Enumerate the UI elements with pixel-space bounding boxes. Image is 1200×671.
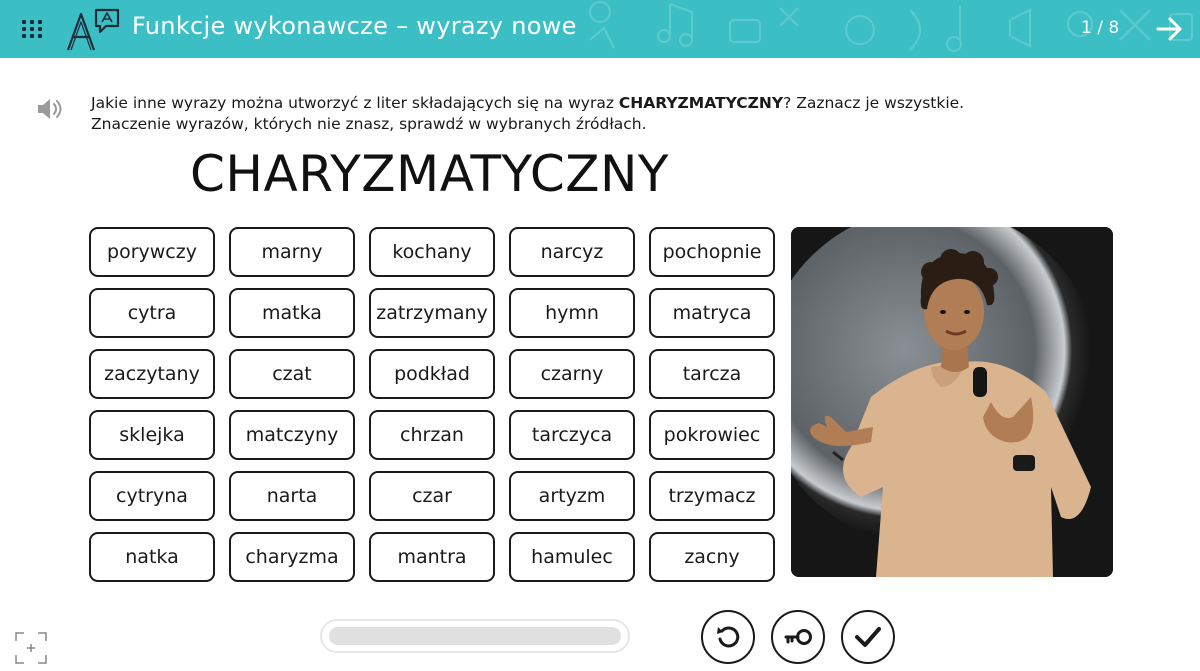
- word-tile[interactable]: hamulec: [509, 532, 635, 582]
- word-tile[interactable]: artyzm: [509, 471, 635, 521]
- progress-track: [329, 627, 621, 645]
- word-grid: porywczy marny kochany narcyz pochopnie …: [89, 227, 777, 582]
- fullscreen-icon[interactable]: [14, 631, 48, 665]
- top-bar: Funkcje wykonawcze – wyrazy nowe 1 / 8: [0, 0, 1200, 58]
- word-tile[interactable]: podkład: [369, 349, 495, 399]
- instruction-part: ? Zaznacz je wszystkie.: [783, 94, 965, 112]
- word-tile[interactable]: sklejka: [89, 410, 215, 460]
- word-tile[interactable]: porywczy: [89, 227, 215, 277]
- comedian-photo: [791, 227, 1113, 577]
- word-tile[interactable]: matryca: [649, 288, 775, 338]
- instruction-part: Jakie inne wyrazy można utworzyć z liter…: [91, 94, 619, 112]
- word-tile[interactable]: zatrzymany: [369, 288, 495, 338]
- word-tile[interactable]: matka: [229, 288, 355, 338]
- photo-illustration: [791, 227, 1113, 577]
- instruction-keyword: CHARYZMATYCZNY: [618, 94, 784, 112]
- page-indicator: 1 / 8: [1081, 18, 1120, 38]
- speaker-icon[interactable]: [36, 97, 64, 121]
- show-answers-button[interactable]: [771, 610, 825, 664]
- menu-button[interactable]: [18, 16, 44, 42]
- word-tile[interactable]: hymn: [509, 288, 635, 338]
- word-tile[interactable]: zacny: [649, 532, 775, 582]
- word-tile[interactable]: czar: [369, 471, 495, 521]
- page-title: Funkcje wykonawcze – wyrazy nowe: [132, 12, 577, 40]
- word-tile[interactable]: natka: [89, 532, 215, 582]
- progress-bar: [320, 619, 630, 653]
- word-tile[interactable]: kochany: [369, 227, 495, 277]
- reset-icon: [717, 626, 740, 648]
- check-icon: [855, 627, 881, 647]
- check-button[interactable]: [841, 610, 895, 664]
- word-tile[interactable]: narcyz: [509, 227, 635, 277]
- word-tile[interactable]: zaczytany: [89, 349, 215, 399]
- word-tile[interactable]: charyzma: [229, 532, 355, 582]
- letters-logo-icon: [66, 8, 120, 51]
- word-tile[interactable]: chrzan: [369, 410, 495, 460]
- word-tile[interactable]: narta: [229, 471, 355, 521]
- word-tile[interactable]: czarny: [509, 349, 635, 399]
- word-tile[interactable]: trzymacz: [649, 471, 775, 521]
- main-word: CHARYZMATYCZNY: [190, 145, 669, 203]
- instruction-text: Jakie inne wyrazy można utworzyć z liter…: [91, 93, 1051, 135]
- word-tile[interactable]: pokrowiec: [649, 410, 775, 460]
- word-tile[interactable]: mantra: [369, 532, 495, 582]
- key-icon: [784, 629, 812, 645]
- word-tile[interactable]: czat: [229, 349, 355, 399]
- word-tile[interactable]: pochopnie: [649, 227, 775, 277]
- word-tile[interactable]: marny: [229, 227, 355, 277]
- word-tile[interactable]: cytra: [89, 288, 215, 338]
- word-tile[interactable]: tarczyca: [509, 410, 635, 460]
- instruction-line2: Znaczenie wyrazów, których nie znasz, sp…: [91, 115, 647, 133]
- word-tile[interactable]: matczyny: [229, 410, 355, 460]
- word-tile[interactable]: cytryna: [89, 471, 215, 521]
- word-tile[interactable]: tarcza: [649, 349, 775, 399]
- arrow-right-icon[interactable]: [1155, 14, 1185, 44]
- reset-button[interactable]: [701, 610, 755, 664]
